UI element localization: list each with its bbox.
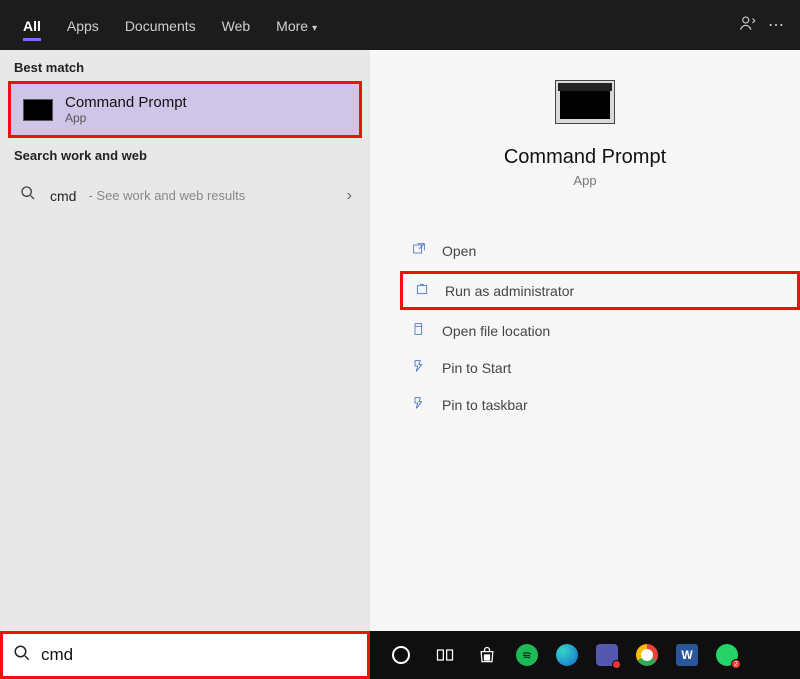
- taskbar: W 2: [370, 631, 800, 679]
- preview-panel: Command Prompt App Open Run as administr…: [370, 50, 800, 631]
- spotify-icon[interactable]: [516, 644, 538, 666]
- pin-icon: [410, 358, 428, 377]
- best-match-label: Best match: [0, 50, 370, 81]
- action-open[interactable]: Open: [400, 234, 800, 267]
- chevron-right-icon: ›: [347, 187, 352, 205]
- open-icon: [410, 241, 428, 260]
- web-query-text: cmd: [50, 188, 76, 204]
- web-result-item[interactable]: cmd - See work and web results ›: [8, 175, 362, 216]
- results-panel: Best match Command Prompt App Search wor…: [0, 50, 370, 631]
- search-input[interactable]: [41, 645, 357, 665]
- cmd-icon: [23, 99, 53, 121]
- work-web-label: Search work and web: [0, 138, 370, 169]
- preview-subtitle: App: [573, 173, 596, 188]
- more-options-icon[interactable]: ⋯: [762, 15, 790, 35]
- action-pin-start[interactable]: Pin to Start: [400, 351, 800, 384]
- word-icon[interactable]: W: [676, 644, 698, 666]
- tab-apps[interactable]: Apps: [54, 3, 112, 47]
- action-run-admin-label: Run as administrator: [445, 283, 574, 299]
- search-icon: [18, 185, 38, 206]
- search-box[interactable]: [0, 631, 370, 679]
- action-pin-taskbar[interactable]: Pin to taskbar: [400, 388, 800, 421]
- pin-icon: [410, 395, 428, 414]
- chrome-icon[interactable]: [636, 644, 658, 666]
- account-icon[interactable]: [734, 14, 762, 37]
- action-run-admin[interactable]: Run as administrator: [400, 271, 800, 310]
- preview-title: Command Prompt: [504, 146, 666, 169]
- search-icon: [13, 644, 31, 667]
- best-match-subtitle: App: [65, 111, 187, 125]
- whatsapp-icon[interactable]: 2: [716, 644, 738, 666]
- search-filter-tabs: All Apps Documents Web More▾ ⋯: [0, 0, 800, 50]
- notification-badge: [612, 660, 621, 669]
- action-open-label: Open: [442, 243, 476, 259]
- shield-icon: [413, 281, 431, 300]
- action-pin-start-label: Pin to Start: [442, 360, 511, 376]
- tab-more[interactable]: More▾: [263, 3, 330, 47]
- notification-badge: 2: [731, 659, 741, 669]
- tab-documents[interactable]: Documents: [112, 3, 209, 47]
- teams-icon[interactable]: [596, 644, 618, 666]
- web-hint-text: - See work and web results: [88, 188, 245, 203]
- tab-web[interactable]: Web: [209, 3, 264, 47]
- tab-all[interactable]: All: [10, 3, 54, 47]
- preview-app-icon: [555, 80, 615, 124]
- task-view-icon[interactable]: [432, 642, 458, 668]
- cortana-icon[interactable]: [388, 642, 414, 668]
- store-icon[interactable]: [476, 644, 498, 666]
- chevron-down-icon: ▾: [312, 23, 317, 34]
- best-match-item[interactable]: Command Prompt App: [8, 81, 362, 138]
- folder-icon: [410, 321, 428, 340]
- action-open-location[interactable]: Open file location: [400, 314, 800, 347]
- action-open-location-label: Open file location: [442, 323, 550, 339]
- best-match-title: Command Prompt: [65, 94, 187, 111]
- action-pin-taskbar-label: Pin to taskbar: [442, 397, 528, 413]
- edge-icon[interactable]: [556, 644, 578, 666]
